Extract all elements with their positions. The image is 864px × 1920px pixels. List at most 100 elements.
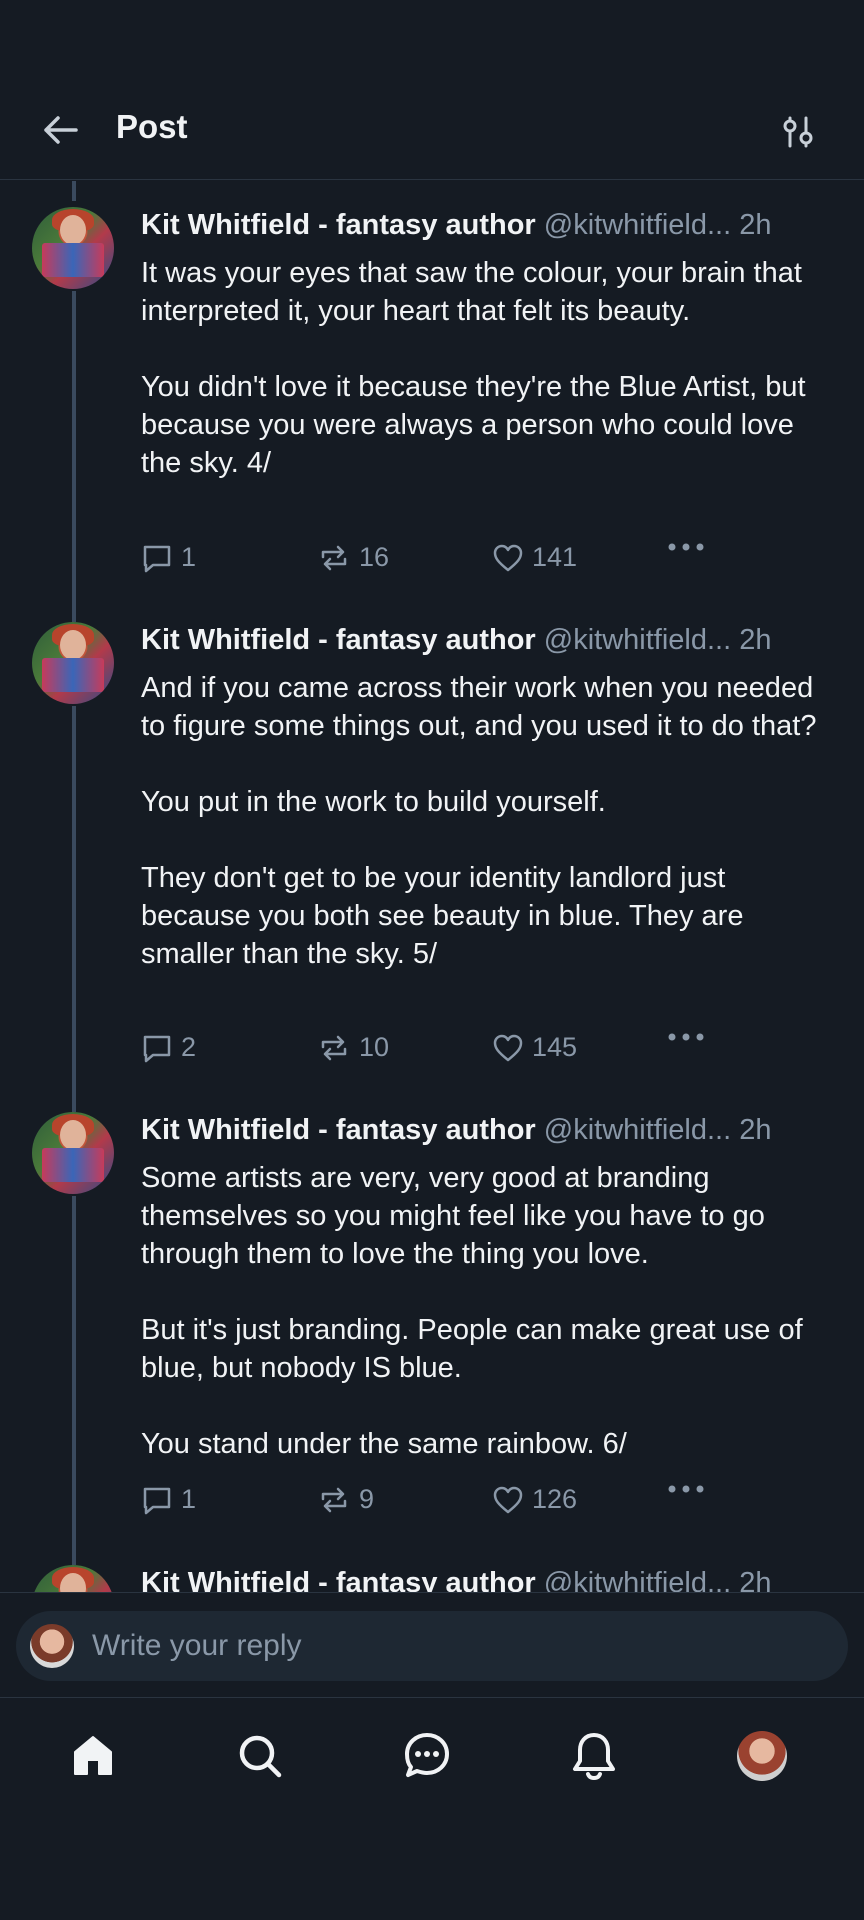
thread-line bbox=[72, 706, 76, 1086]
profile-avatar bbox=[737, 1731, 787, 1781]
post-time: 2h bbox=[739, 209, 772, 241]
heart-icon bbox=[493, 1034, 523, 1061]
post-item[interactable]: Kit Whitfield - fantasy author @kitwhitf… bbox=[0, 1086, 864, 1539]
post-text: And if you came across their work when y… bbox=[141, 669, 831, 973]
post-time: 2h bbox=[739, 1567, 772, 1592]
sliders-icon bbox=[783, 116, 813, 148]
post-paragraph: Some artists are very, very good at bran… bbox=[141, 1162, 765, 1270]
author-handle[interactable]: @kitwhitfield... bbox=[544, 209, 731, 241]
post-paragraph: You put in the work to build yourself. bbox=[141, 786, 606, 818]
author-avatar[interactable] bbox=[32, 622, 114, 704]
post-time: 2h bbox=[739, 624, 772, 656]
bell-icon bbox=[573, 1733, 615, 1781]
ellipsis-icon bbox=[668, 1033, 704, 1041]
repost-icon bbox=[321, 1487, 347, 1512]
like-count: 145 bbox=[532, 1032, 578, 1062]
more-options-button[interactable] bbox=[667, 542, 713, 552]
tab-home[interactable] bbox=[65, 1728, 121, 1784]
speech-bubble-icon bbox=[143, 1035, 171, 1062]
thread-line bbox=[72, 596, 76, 622]
tab-chat[interactable] bbox=[399, 1728, 455, 1784]
speech-bubble-icon bbox=[143, 545, 171, 572]
author-handle[interactable]: @kitwhitfield... bbox=[544, 1567, 731, 1592]
thread-line bbox=[72, 1539, 76, 1565]
repost-button[interactable]: 9 bbox=[317, 1484, 374, 1515]
thread-settings-button[interactable] bbox=[772, 106, 824, 158]
heart-icon bbox=[493, 1486, 523, 1513]
author-name[interactable]: Kit Whitfield - fantasy author bbox=[141, 1114, 536, 1146]
search-icon bbox=[239, 1735, 282, 1778]
thread-line bbox=[72, 1196, 76, 1539]
post-item[interactable]: Kit Whitfield - fantasy author @kitwhitf… bbox=[0, 596, 864, 1086]
ellipsis-icon bbox=[668, 543, 704, 551]
more-options-button[interactable] bbox=[667, 1484, 713, 1494]
repost-icon bbox=[321, 1035, 347, 1060]
my-avatar bbox=[30, 1624, 74, 1668]
post-paragraph: You didn't love it because they're the B… bbox=[141, 371, 806, 479]
thread-feed[interactable]: Kit Whitfield - fantasy author @kitwhitf… bbox=[0, 181, 864, 1592]
post-actions: 2 10 145 bbox=[141, 1032, 704, 1072]
reply-composer-bar: Write your reply bbox=[0, 1592, 864, 1698]
back-button[interactable] bbox=[36, 106, 84, 154]
post-item[interactable]: Kit Whitfield - fantasy author @kitwhitf… bbox=[0, 181, 864, 596]
tab-notifications[interactable] bbox=[566, 1728, 622, 1784]
speech-bubble-icon bbox=[143, 1487, 171, 1514]
like-button[interactable]: 141 bbox=[492, 542, 577, 573]
repost-count: 16 bbox=[359, 542, 390, 572]
ellipsis-icon bbox=[668, 1485, 704, 1493]
author-name[interactable]: Kit Whitfield - fantasy author bbox=[141, 1567, 536, 1592]
post-text: Some artists are very, very good at bran… bbox=[141, 1159, 831, 1463]
repost-button[interactable]: 10 bbox=[317, 1032, 389, 1063]
arrow-left-icon bbox=[44, 116, 78, 144]
like-button[interactable]: 126 bbox=[492, 1484, 577, 1515]
author-handle[interactable]: @kitwhitfield... bbox=[544, 1114, 731, 1146]
tab-search[interactable] bbox=[232, 1728, 288, 1784]
top-header: Post bbox=[0, 0, 864, 180]
thread-line bbox=[72, 291, 76, 596]
repost-count: 9 bbox=[359, 1484, 375, 1514]
author-name[interactable]: Kit Whitfield - fantasy author bbox=[141, 209, 536, 241]
repost-button[interactable]: 16 bbox=[317, 542, 389, 573]
post-paragraph: But it's just branding. People can make … bbox=[141, 1314, 803, 1384]
author-avatar[interactable] bbox=[32, 207, 114, 289]
like-count: 141 bbox=[532, 542, 578, 572]
reply-count: 1 bbox=[181, 542, 197, 572]
repost-icon bbox=[321, 545, 347, 570]
post-paragraph: It was your eyes that saw the colour, yo… bbox=[141, 257, 802, 327]
post-time: 2h bbox=[739, 1114, 772, 1146]
reply-button[interactable]: 2 bbox=[141, 1032, 196, 1063]
post-paragraph: They don't get to be your identity landl… bbox=[141, 862, 744, 970]
thread-line bbox=[72, 181, 76, 201]
author-avatar[interactable] bbox=[32, 1112, 114, 1194]
author-avatar[interactable] bbox=[32, 1565, 114, 1592]
thread-line bbox=[72, 1086, 76, 1112]
page-title: Post bbox=[116, 108, 188, 145]
post-actions: 1 16 141 bbox=[141, 542, 704, 582]
reply-placeholder: Write your reply bbox=[92, 1629, 302, 1662]
post-paragraph: You stand under the same rainbow. 6/ bbox=[141, 1428, 627, 1460]
reply-input[interactable]: Write your reply bbox=[16, 1611, 848, 1681]
post-header: Kit Whitfield - fantasy author @kitwhitf… bbox=[141, 1563, 841, 1592]
post-header: Kit Whitfield - fantasy author @kitwhitf… bbox=[141, 620, 841, 660]
post-actions: 1 9 126 bbox=[141, 1484, 704, 1524]
author-name[interactable]: Kit Whitfield - fantasy author bbox=[141, 624, 536, 656]
repost-count: 10 bbox=[359, 1032, 390, 1062]
post-paragraph: And if you came across their work when y… bbox=[141, 672, 817, 742]
reply-button[interactable]: 1 bbox=[141, 542, 196, 573]
post-header: Kit Whitfield - fantasy author @kitwhitf… bbox=[141, 205, 841, 245]
reply-count: 2 bbox=[181, 1032, 197, 1062]
post-header: Kit Whitfield - fantasy author @kitwhitf… bbox=[141, 1110, 841, 1150]
chat-icon bbox=[405, 1733, 449, 1777]
like-button[interactable]: 145 bbox=[492, 1032, 577, 1063]
heart-icon bbox=[493, 544, 523, 571]
post-item[interactable]: Kit Whitfield - fantasy author @kitwhitf… bbox=[0, 1539, 864, 1592]
more-options-button[interactable] bbox=[667, 1032, 713, 1042]
like-count: 126 bbox=[532, 1484, 578, 1514]
reply-count: 1 bbox=[181, 1484, 197, 1514]
tab-profile[interactable] bbox=[734, 1728, 790, 1784]
author-handle[interactable]: @kitwhitfield... bbox=[544, 624, 731, 656]
bottom-nav bbox=[0, 1698, 864, 1810]
post-text: It was your eyes that saw the colour, yo… bbox=[141, 254, 831, 482]
reply-button[interactable]: 1 bbox=[141, 1484, 196, 1515]
home-icon bbox=[74, 1736, 112, 1775]
